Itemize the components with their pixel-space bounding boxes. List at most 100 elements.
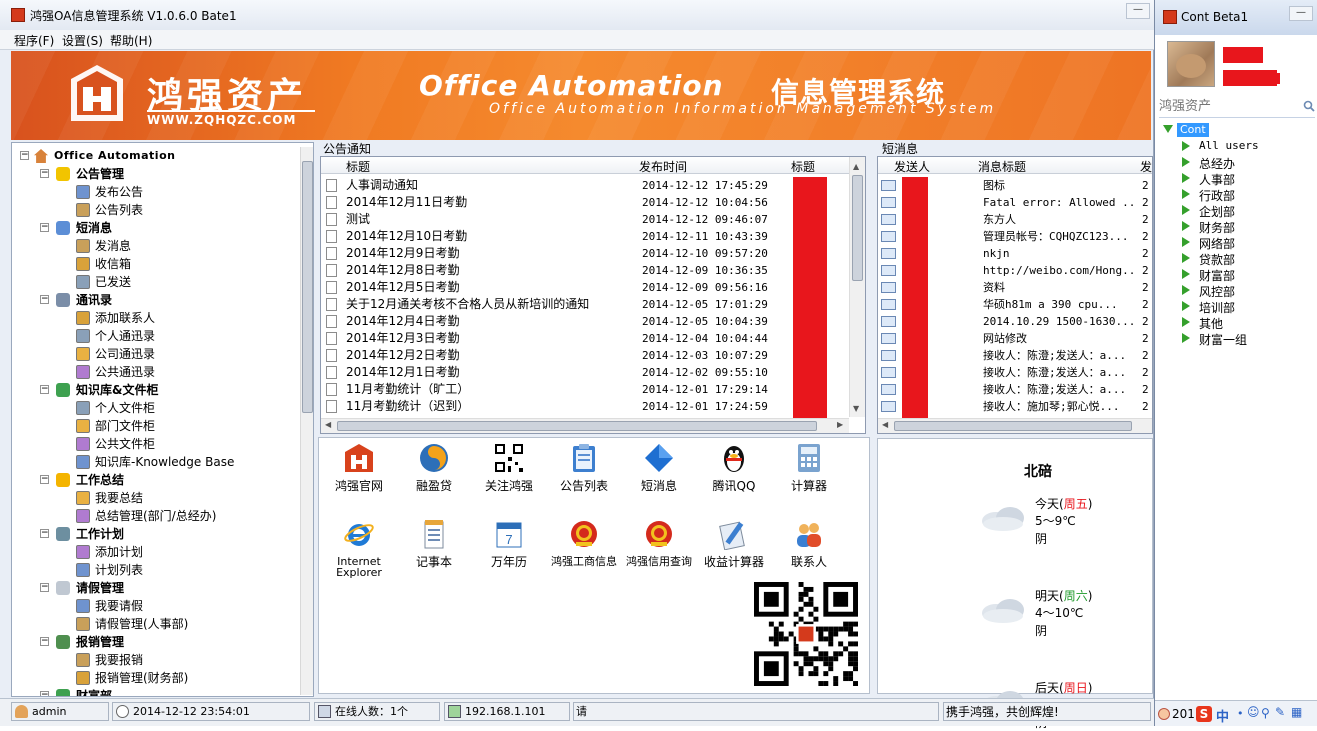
announcements-scroll-thumb[interactable] <box>852 175 863 281</box>
contacts-minimize-button[interactable]: — <box>1289 6 1313 21</box>
tree-item[interactable]: 公共通迅录 <box>12 363 298 381</box>
ime-smiley-icon[interactable]: ☺ <box>1247 705 1260 719</box>
tree-category[interactable]: − 通讯录 <box>12 291 298 309</box>
scroll-up-icon[interactable]: ▲ <box>853 162 859 171</box>
announcement-row[interactable]: 2014年12月8日考勤 2014-12-09 10:36:35 <box>321 262 849 279</box>
menu-program[interactable]: 程序(F) <box>14 32 54 49</box>
announcement-row[interactable]: 人事调动通知 2014-12-12 17:45:29 <box>321 177 849 194</box>
tree-item[interactable]: 我要报销 <box>12 651 298 669</box>
shortcut-ie[interactable]: Internet Explorer <box>323 518 395 578</box>
tree-item[interactable]: 请假管理(人事部) <box>12 615 298 633</box>
tree-item[interactable]: 已发送 <box>12 273 298 291</box>
tree-item[interactable]: 公告列表 <box>12 201 298 219</box>
column-title-2[interactable]: 标题 <box>791 158 815 175</box>
tree-category[interactable]: − 公告管理 <box>12 165 298 183</box>
contact-group[interactable]: 总经办 <box>1155 154 1315 171</box>
column-title[interactable]: 标题 <box>346 158 370 175</box>
announcement-row[interactable]: 测试 2014-12-12 09:46:07 <box>321 211 849 228</box>
collapse-toggle-icon[interactable]: − <box>20 151 29 160</box>
tree-item[interactable]: 知识库-Knowledge Base <box>12 453 298 471</box>
tree-item[interactable]: 个人文件柜 <box>12 399 298 417</box>
collapse-toggle-icon[interactable]: − <box>40 691 49 696</box>
expand-group-icon[interactable] <box>1182 333 1190 343</box>
expand-group-icon[interactable] <box>1182 189 1190 199</box>
column-message-title[interactable]: 消息标题 <box>978 158 1026 175</box>
contact-group[interactable]: 企划部 <box>1155 202 1315 219</box>
ime-language[interactable]: 中 <box>1216 706 1229 725</box>
contact-group[interactable]: 培训部 <box>1155 298 1315 315</box>
scroll-down-icon[interactable]: ▼ <box>853 404 859 413</box>
tree-category[interactable]: − 短消息 <box>12 219 298 237</box>
tree-scroll-thumb[interactable] <box>302 161 313 413</box>
contact-group[interactable]: 网络部 <box>1155 234 1315 251</box>
messages-hscrollbar[interactable]: ◀ <box>878 418 1152 433</box>
tree-root[interactable]: − Office Automation <box>12 147 298 165</box>
tree-item[interactable]: 发布公告 <box>12 183 298 201</box>
shortcut-notepad[interactable]: 记事本 <box>398 518 470 568</box>
scroll-left-icon[interactable]: ◀ <box>325 420 331 429</box>
expand-group-icon[interactable] <box>1182 205 1190 215</box>
shortcut-qq-penguin[interactable]: 腾讯QQ <box>698 442 770 492</box>
shortcut-calculator-pen[interactable]: 收益计算器 <box>698 518 770 568</box>
tree-category[interactable]: − 财富部 <box>12 687 298 696</box>
tree-scrollbar[interactable] <box>300 147 313 695</box>
contact-group[interactable]: 财富一组 <box>1155 330 1315 347</box>
tree-item[interactable]: 添加计划 <box>12 543 298 561</box>
announcement-row[interactable]: 2014年12月11日考勤 2014-12-12 10:04:56 <box>321 194 849 211</box>
ime-toolbox-icon[interactable]: ▦ <box>1291 705 1302 719</box>
scroll-left-icon[interactable]: ◀ <box>882 420 888 429</box>
collapse-toggle-icon[interactable]: − <box>40 637 49 646</box>
tree-item[interactable]: 收信箱 <box>12 255 298 273</box>
avatar[interactable] <box>1167 41 1215 87</box>
announcement-row[interactable]: 2014年12月3日考勤 2014-12-04 10:04:44 <box>321 330 849 347</box>
announcements-hscroll-thumb[interactable] <box>337 421 817 431</box>
collapse-toggle-icon[interactable]: − <box>40 385 49 394</box>
ime-skin-icon[interactable]: ✎ <box>1275 705 1285 719</box>
ime-punctuation-icon[interactable]: • <box>1237 707 1244 720</box>
menu-settings[interactable]: 设置(S) <box>62 32 103 49</box>
shortcut-house-logo[interactable]: 鸿强官网 <box>323 442 395 492</box>
collapse-toggle-icon[interactable]: − <box>40 295 49 304</box>
tree-category[interactable]: − 请假管理 <box>12 579 298 597</box>
announcement-row[interactable]: 2014年12月2日考勤 2014-12-03 10:07:29 <box>321 347 849 364</box>
contact-group[interactable]: 行政部 <box>1155 186 1315 203</box>
expand-group-icon[interactable] <box>1182 237 1190 247</box>
contact-group[interactable]: 其他 <box>1155 314 1315 331</box>
expand-group-icon[interactable] <box>1182 285 1190 295</box>
shortcut-coin[interactable]: 融盈贷 <box>398 442 470 492</box>
collapse-toggle-icon[interactable]: − <box>40 169 49 178</box>
expand-group-icon[interactable] <box>1182 157 1190 167</box>
contact-group[interactable]: 财务部 <box>1155 218 1315 235</box>
expand-group-icon[interactable] <box>1182 317 1190 327</box>
tree-item[interactable]: 个人通迅录 <box>12 327 298 345</box>
tree-item[interactable]: 公共文件柜 <box>12 435 298 453</box>
tree-item[interactable]: 计划列表 <box>12 561 298 579</box>
expand-group-icon[interactable] <box>1182 221 1190 231</box>
scroll-right-icon[interactable]: ▶ <box>837 420 843 429</box>
announcement-row[interactable]: 2014年12月5日考勤 2014-12-09 09:56:16 <box>321 279 849 296</box>
expand-group-icon[interactable] <box>1182 269 1190 279</box>
tree-category[interactable]: − 工作计划 <box>12 525 298 543</box>
tree-item[interactable]: 部门文件柜 <box>12 417 298 435</box>
tree-item[interactable]: 报销管理(财务部) <box>12 669 298 687</box>
shortcut-emblem[interactable]: 鸿强信用查询 <box>623 518 695 567</box>
column-sender[interactable]: 发送人 <box>894 158 930 175</box>
tree-item[interactable]: 添加联系人 <box>12 309 298 327</box>
tree-category[interactable]: − 工作总结 <box>12 471 298 489</box>
expand-group-icon[interactable] <box>1182 173 1190 183</box>
column-date[interactable]: 发 <box>1140 158 1152 175</box>
messages-hscroll-thumb[interactable] <box>894 421 1132 431</box>
tree-category[interactable]: − 报销管理 <box>12 633 298 651</box>
contact-group[interactable]: 风控部 <box>1155 282 1315 299</box>
menu-help[interactable]: 帮助(H) <box>110 32 152 49</box>
tree-item[interactable]: 公司通迅录 <box>12 345 298 363</box>
contacts-root[interactable]: Cont <box>1177 123 1209 137</box>
shortcut-clipboard[interactable]: 公告列表 <box>548 442 620 492</box>
minimize-button[interactable]: — <box>1126 3 1150 19</box>
search-icon[interactable] <box>1303 100 1315 112</box>
tree-category[interactable]: − 知识库&文件柜 <box>12 381 298 399</box>
tree-item[interactable]: 我要总结 <box>12 489 298 507</box>
collapse-toggle-icon[interactable]: − <box>40 583 49 592</box>
tree-item[interactable]: 总结管理(部门/总经办) <box>12 507 298 525</box>
contacts-search[interactable] <box>1159 96 1315 118</box>
